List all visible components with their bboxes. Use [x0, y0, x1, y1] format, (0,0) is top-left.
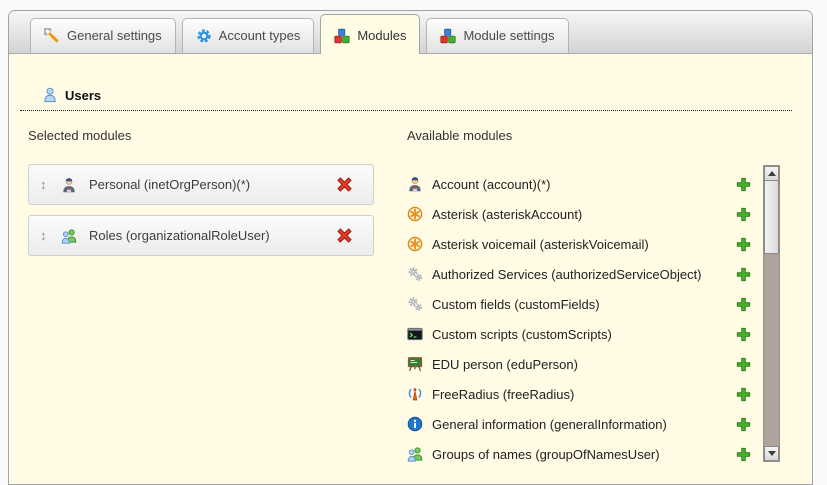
person-icon	[407, 176, 423, 192]
available-module-label: FreeRadius (freeRadius)	[432, 387, 574, 402]
available-module-label: Custom scripts (customScripts)	[432, 327, 612, 342]
available-module-label: Authorized Services (authorizedServiceOb…	[432, 267, 702, 282]
available-module-row: EDU person (eduPerson)	[407, 349, 755, 379]
up-arrow-icon	[768, 171, 776, 176]
users-section-heading: Users	[20, 87, 792, 111]
available-module-label: Groups of names (groupOfNamesUser)	[432, 447, 660, 462]
add-module-button[interactable]	[736, 297, 751, 312]
group-icon	[61, 228, 77, 244]
asterisk-icon	[407, 206, 423, 222]
available-modules-scrollbar[interactable]	[763, 165, 780, 462]
person-icon	[61, 177, 77, 193]
config-tabs-widget: General settings Account types Modules M…	[8, 10, 813, 485]
remove-module-button[interactable]	[336, 176, 353, 193]
available-module-row: Asterisk (asteriskAccount)	[407, 199, 755, 229]
tab-label: General settings	[67, 28, 162, 44]
add-module-button[interactable]	[736, 417, 751, 432]
drag-handle-icon[interactable]: ↕	[40, 228, 56, 243]
modules-icon	[334, 28, 350, 44]
user-icon	[42, 87, 58, 103]
drag-handle-icon[interactable]: ↕	[40, 177, 56, 192]
add-module-button[interactable]	[736, 237, 751, 252]
scroll-up-button[interactable]	[764, 166, 779, 181]
wrench-icon	[44, 28, 60, 44]
tab-modules[interactable]: Modules	[320, 14, 420, 54]
tab-account-types[interactable]: Account types	[182, 18, 315, 53]
asterisk-icon	[407, 236, 423, 252]
available-module-row: FreeRadius (freeRadius)	[407, 379, 755, 409]
selected-modules-column: Selected modules ↕ Personal (inetOrgPers…	[28, 128, 384, 469]
scrollbar-track[interactable]	[764, 254, 779, 446]
gears-icon	[407, 296, 423, 312]
section-title: Users	[65, 88, 101, 103]
tab-label: Modules	[357, 28, 406, 44]
selected-modules-list: ↕ Personal (inetOrgPerson)(*) ↕ Roles (o…	[28, 164, 384, 256]
add-module-button[interactable]	[736, 177, 751, 192]
available-module-row: General information (generalInformation)	[407, 409, 755, 439]
available-module-row: Groups of names (groupOfNamesUser)	[407, 439, 755, 469]
tab-label: Module settings	[463, 28, 554, 44]
available-modules-column: Available modules Account (account)(*) A…	[407, 128, 780, 469]
available-module-row: Account (account)(*)	[407, 169, 755, 199]
terminal-icon	[407, 326, 423, 342]
tab-module-settings[interactable]: Module settings	[426, 18, 568, 53]
scrollbar-thumb[interactable]	[764, 181, 779, 254]
tab-bar: General settings Account types Modules M…	[9, 11, 812, 54]
chalkboard-icon	[407, 356, 423, 372]
available-module-row: Asterisk voicemail (asteriskVoicemail)	[407, 229, 755, 259]
gear-icon	[196, 28, 212, 44]
info-icon	[407, 416, 423, 432]
selected-modules-label: Selected modules	[28, 128, 384, 143]
available-module-label: Asterisk (asteriskAccount)	[432, 207, 582, 222]
down-arrow-icon	[768, 451, 776, 456]
modules-columns: Selected modules ↕ Personal (inetOrgPers…	[28, 128, 792, 469]
gears-icon	[407, 266, 423, 282]
available-module-label: Custom fields (customFields)	[432, 297, 600, 312]
add-module-button[interactable]	[736, 387, 751, 402]
selected-module-row[interactable]: ↕ Personal (inetOrgPerson)(*)	[28, 164, 374, 205]
selected-module-label: Personal (inetOrgPerson)(*)	[89, 177, 250, 192]
selected-module-label: Roles (organizationalRoleUser)	[89, 228, 270, 243]
available-module-row: Custom fields (customFields)	[407, 289, 755, 319]
antenna-icon	[407, 386, 423, 402]
add-module-button[interactable]	[736, 447, 751, 462]
tab-general-settings[interactable]: General settings	[30, 18, 176, 53]
add-module-button[interactable]	[736, 327, 751, 342]
available-module-row: Authorized Services (authorizedServiceOb…	[407, 259, 755, 289]
available-modules-list: Account (account)(*) Asterisk (asteriskA…	[407, 169, 755, 469]
remove-module-button[interactable]	[336, 227, 353, 244]
group-icon	[407, 446, 423, 462]
modules-icon	[440, 28, 456, 44]
available-module-label: Asterisk voicemail (asteriskVoicemail)	[432, 237, 649, 252]
available-modules-wrap: Available modules Account (account)(*) A…	[407, 128, 755, 469]
scroll-down-button[interactable]	[764, 446, 779, 461]
tab-label: Account types	[219, 28, 301, 44]
available-module-label: Account (account)(*)	[432, 177, 551, 192]
available-module-label: General information (generalInformation)	[432, 417, 667, 432]
add-module-button[interactable]	[736, 357, 751, 372]
add-module-button[interactable]	[736, 267, 751, 282]
available-modules-label: Available modules	[407, 128, 755, 143]
selected-module-row[interactable]: ↕ Roles (organizationalRoleUser)	[28, 215, 374, 256]
available-module-label: EDU person (eduPerson)	[432, 357, 578, 372]
add-module-button[interactable]	[736, 207, 751, 222]
available-module-row: Custom scripts (customScripts)	[407, 319, 755, 349]
modules-tab-panel: Users Selected modules ↕ Personal (inetO…	[9, 87, 812, 469]
